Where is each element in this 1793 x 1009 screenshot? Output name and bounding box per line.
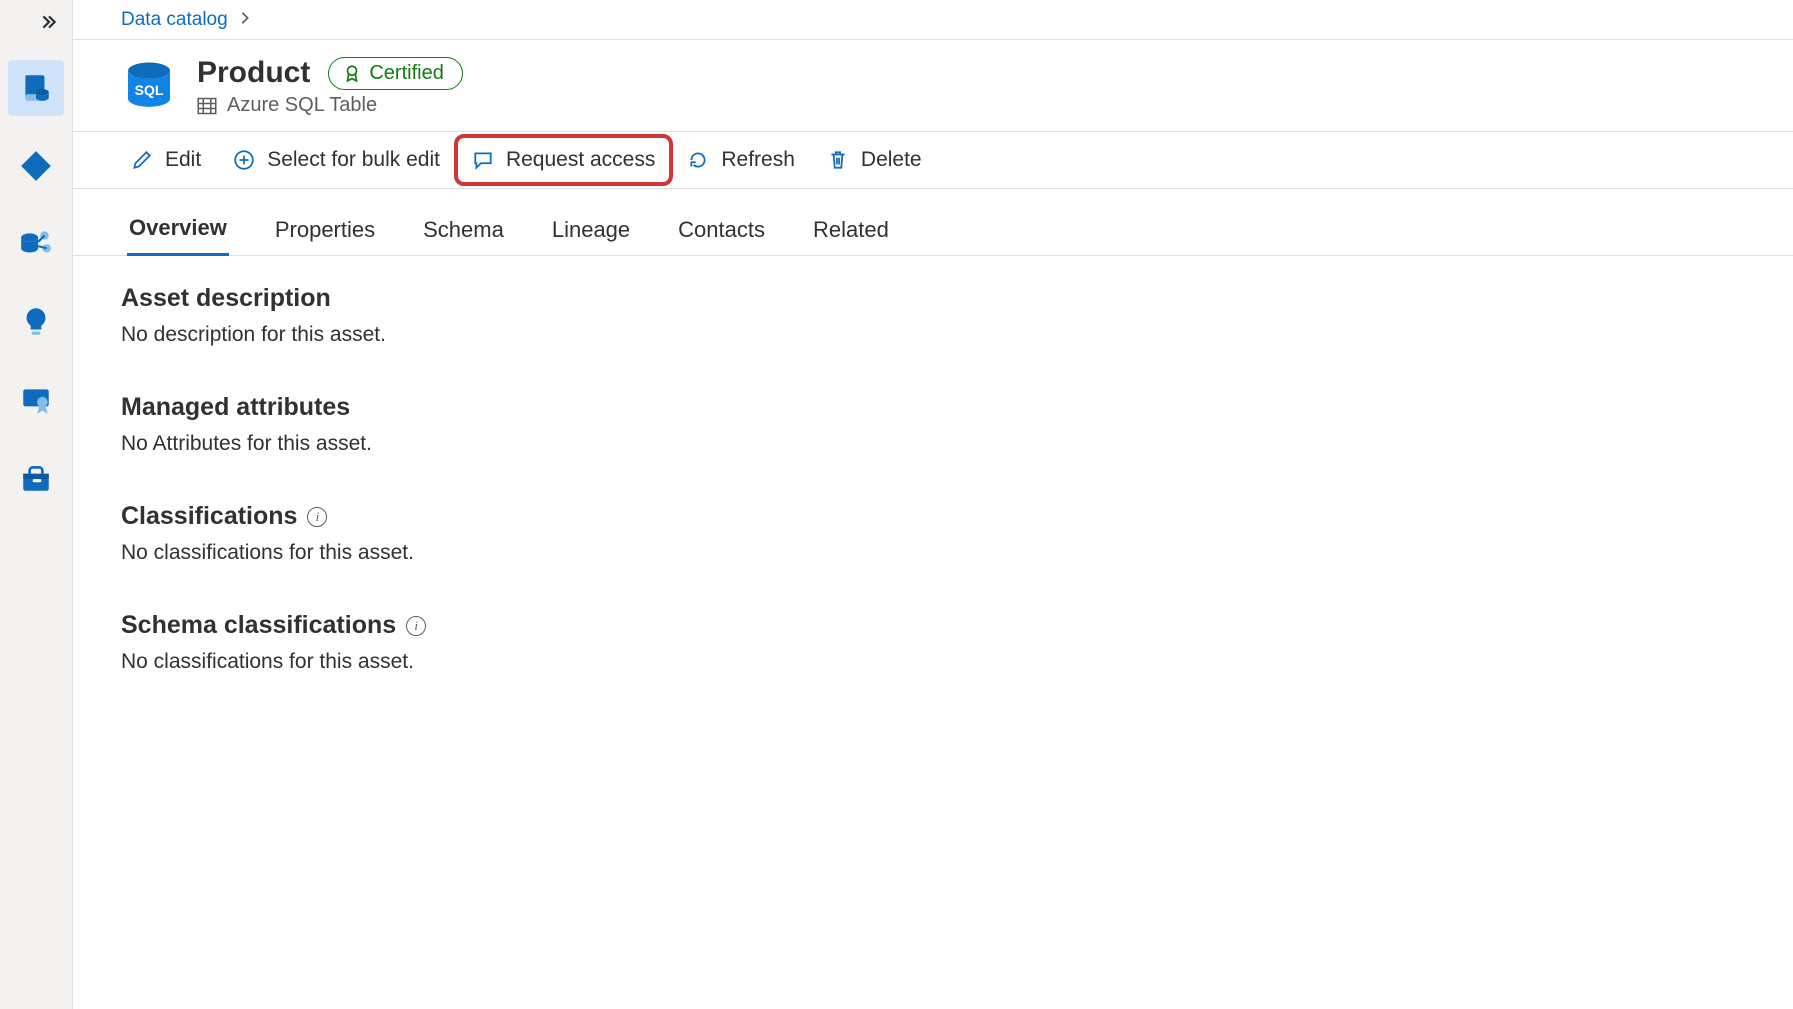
asset-description-heading: Asset description (121, 284, 1773, 313)
tab-panel-overview: Asset description No description for thi… (73, 256, 1793, 1009)
left-nav-rail (0, 0, 73, 1009)
managed-attributes-heading: Managed attributes (121, 393, 1773, 422)
page-title: Product (197, 56, 310, 90)
detail-tabs: Overview Properties Schema Lineage Conta… (73, 189, 1793, 256)
rail-item-sources[interactable] (8, 216, 64, 272)
request-access-button[interactable]: Request access (462, 142, 665, 178)
toolbox-icon (19, 461, 53, 495)
edit-button-label: Edit (165, 148, 201, 172)
pencil-icon (131, 149, 153, 171)
schema-classifications-heading: Schema classifications (121, 611, 396, 640)
tab-properties[interactable]: Properties (273, 211, 377, 255)
delete-button-label: Delete (861, 148, 922, 172)
refresh-icon (687, 149, 709, 171)
svg-text:SQL: SQL (135, 82, 164, 98)
ribbon-icon (343, 64, 361, 82)
tab-overview[interactable]: Overview (127, 209, 229, 256)
delete-button[interactable]: Delete (817, 142, 932, 178)
section-asset-description: Asset description No description for thi… (121, 284, 1773, 347)
request-access-button-label: Request access (506, 148, 655, 172)
chevron-right-icon (238, 9, 252, 31)
section-classifications: Classifications i No classifications for… (121, 502, 1773, 565)
tab-schema[interactable]: Schema (421, 211, 506, 255)
table-grid-icon (197, 96, 217, 116)
managed-attributes-body: No Attributes for this asset. (121, 432, 1773, 456)
data-source-icon (19, 227, 53, 261)
tab-contacts[interactable]: Contacts (676, 211, 767, 255)
command-bar: Edit Select for bulk edit Request access… (73, 132, 1793, 189)
tab-lineage[interactable]: Lineage (550, 211, 632, 255)
rail-item-policies[interactable] (8, 372, 64, 428)
circle-plus-icon (233, 149, 255, 171)
diamond-share-icon (19, 149, 53, 183)
rail-item-catalog[interactable] (8, 60, 64, 116)
schema-classifications-body: No classifications for this asset. (121, 650, 1773, 674)
section-managed-attributes: Managed attributes No Attributes for thi… (121, 393, 1773, 456)
certificate-icon (19, 383, 53, 417)
classifications-heading: Classifications (121, 502, 297, 531)
comment-icon (472, 149, 494, 171)
certified-badge-label: Certified (369, 62, 443, 85)
asset-description-body: No description for this asset. (121, 323, 1773, 347)
sql-database-icon: SQL (121, 59, 177, 115)
rail-item-insights[interactable] (8, 294, 64, 350)
bulk-edit-button[interactable]: Select for bulk edit (223, 142, 450, 178)
rail-item-connections[interactable] (8, 138, 64, 194)
asset-header: SQL Product Certified Azure SQL Table (73, 40, 1793, 132)
tab-related[interactable]: Related (811, 211, 891, 255)
bulk-edit-button-label: Select for bulk edit (267, 148, 440, 172)
main-area: Data catalog SQL Product Certified (73, 0, 1793, 1009)
classifications-body: No classifications for this asset. (121, 541, 1773, 565)
refresh-button[interactable]: Refresh (677, 142, 805, 178)
certified-badge: Certified (328, 57, 462, 90)
section-schema-classifications: Schema classifications i No classificati… (121, 611, 1773, 674)
asset-type-label: Azure SQL Table (227, 94, 377, 117)
breadcrumb-link[interactable]: Data catalog (121, 9, 228, 31)
edit-button[interactable]: Edit (121, 142, 211, 178)
trash-icon (827, 149, 849, 171)
book-database-icon (19, 71, 53, 105)
expand-rail-button[interactable] (0, 6, 72, 38)
breadcrumb: Data catalog (73, 0, 1793, 40)
refresh-button-label: Refresh (721, 148, 795, 172)
info-icon[interactable]: i (406, 616, 426, 636)
lightbulb-icon (19, 305, 53, 339)
chevron-double-right-icon (40, 13, 58, 31)
rail-item-management[interactable] (8, 450, 64, 506)
info-icon[interactable]: i (307, 507, 327, 527)
